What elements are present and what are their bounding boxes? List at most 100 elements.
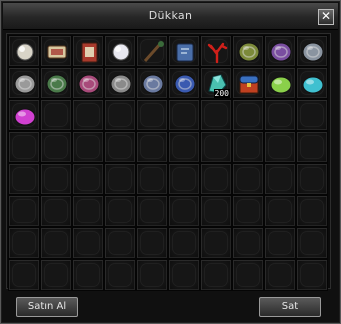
inventory-slot[interactable] xyxy=(200,195,232,227)
red-book-icon[interactable] xyxy=(76,39,102,65)
inventory-slot[interactable] xyxy=(104,227,136,259)
blue-gray-ring-stone-icon[interactable] xyxy=(140,71,166,97)
inventory-slot[interactable] xyxy=(40,67,72,99)
inventory-slot[interactable] xyxy=(232,35,264,67)
inventory-slot[interactable] xyxy=(200,35,232,67)
inventory-slot[interactable] xyxy=(264,131,296,163)
inventory-slot[interactable] xyxy=(264,259,296,291)
buy-button[interactable]: Satın Al xyxy=(16,297,78,317)
inventory-slot[interactable] xyxy=(232,67,264,99)
inventory-slot[interactable] xyxy=(296,163,328,195)
silver-ring-stone-icon[interactable] xyxy=(300,39,326,65)
inventory-slot[interactable] xyxy=(104,195,136,227)
inventory-slot[interactable] xyxy=(72,227,104,259)
inventory-slot[interactable] xyxy=(8,35,40,67)
inventory-slot[interactable] xyxy=(72,131,104,163)
inventory-slot[interactable] xyxy=(136,163,168,195)
inventory-slot[interactable] xyxy=(136,35,168,67)
inventory-slot[interactable] xyxy=(104,67,136,99)
white-orb-icon[interactable] xyxy=(108,39,134,65)
inventory-slot[interactable] xyxy=(104,131,136,163)
inventory-slot[interactable] xyxy=(136,131,168,163)
inventory-slot[interactable] xyxy=(296,131,328,163)
inventory-slot[interactable] xyxy=(8,163,40,195)
inventory-slot[interactable] xyxy=(168,35,200,67)
inventory-slot[interactable] xyxy=(72,195,104,227)
inventory-slot[interactable] xyxy=(8,259,40,291)
scroll-icon[interactable] xyxy=(44,39,70,65)
inventory-slot[interactable] xyxy=(264,35,296,67)
inventory-slot[interactable]: 200 xyxy=(200,67,232,99)
red-coral-icon[interactable] xyxy=(204,39,230,65)
inventory-slot[interactable] xyxy=(168,131,200,163)
blue-rune-book-icon[interactable] xyxy=(172,39,198,65)
inventory-slot[interactable] xyxy=(232,163,264,195)
wooden-staff-icon[interactable] xyxy=(140,39,166,65)
inventory-slot[interactable] xyxy=(232,131,264,163)
inventory-slot[interactable] xyxy=(40,195,72,227)
inventory-slot[interactable] xyxy=(200,99,232,131)
blue-rune-stone-icon[interactable] xyxy=(172,71,198,97)
inventory-slot[interactable] xyxy=(136,195,168,227)
inventory-slot[interactable] xyxy=(168,195,200,227)
inventory-slot[interactable] xyxy=(104,163,136,195)
inventory-slot[interactable] xyxy=(40,131,72,163)
pearl-stone-icon[interactable] xyxy=(12,39,38,65)
inventory-slot[interactable] xyxy=(200,227,232,259)
inventory-slot[interactable] xyxy=(8,195,40,227)
gray-ring-stone-icon[interactable] xyxy=(108,71,134,97)
inventory-slot[interactable] xyxy=(8,131,40,163)
inventory-slot[interactable] xyxy=(168,163,200,195)
inventory-slot[interactable] xyxy=(264,163,296,195)
pink-ring-stone-icon[interactable] xyxy=(76,71,102,97)
inventory-slot[interactable] xyxy=(232,195,264,227)
inventory-slot[interactable] xyxy=(200,259,232,291)
inventory-slot[interactable] xyxy=(168,227,200,259)
inventory-slot[interactable] xyxy=(40,163,72,195)
inventory-slot[interactable] xyxy=(8,227,40,259)
purple-ring-stone-icon[interactable] xyxy=(268,39,294,65)
inventory-slot[interactable] xyxy=(200,163,232,195)
inventory-slot[interactable] xyxy=(296,227,328,259)
inventory-slot[interactable] xyxy=(72,67,104,99)
cyan-gem-icon[interactable] xyxy=(300,71,326,97)
green-ring-stone-icon[interactable] xyxy=(44,71,70,97)
inventory-slot[interactable] xyxy=(104,35,136,67)
inventory-slot[interactable] xyxy=(72,259,104,291)
inventory-slot[interactable] xyxy=(232,259,264,291)
inventory-slot[interactable] xyxy=(72,163,104,195)
title-bar[interactable]: Dükkan ✕ xyxy=(3,3,338,30)
inventory-slot[interactable] xyxy=(168,259,200,291)
inventory-slot[interactable] xyxy=(168,99,200,131)
inventory-slot[interactable] xyxy=(104,99,136,131)
inventory-slot[interactable] xyxy=(8,67,40,99)
inventory-slot[interactable] xyxy=(232,99,264,131)
inventory-slot[interactable] xyxy=(72,35,104,67)
inventory-slot[interactable] xyxy=(296,35,328,67)
treasure-chest-icon[interactable] xyxy=(236,71,262,97)
inventory-slot[interactable] xyxy=(40,99,72,131)
inventory-slot[interactable] xyxy=(8,99,40,131)
close-button[interactable]: ✕ xyxy=(318,9,334,25)
inventory-slot[interactable] xyxy=(232,227,264,259)
inventory-slot[interactable] xyxy=(296,259,328,291)
inventory-slot[interactable] xyxy=(296,99,328,131)
magenta-gem-icon[interactable] xyxy=(12,103,38,129)
inventory-slot[interactable] xyxy=(168,67,200,99)
inventory-slot[interactable] xyxy=(136,99,168,131)
inventory-slot[interactable] xyxy=(296,195,328,227)
sell-button[interactable]: Sat xyxy=(259,297,321,317)
inventory-slot[interactable] xyxy=(200,131,232,163)
inventory-slot[interactable] xyxy=(40,259,72,291)
inventory-slot[interactable] xyxy=(136,259,168,291)
inventory-slot[interactable] xyxy=(104,259,136,291)
gray-ring-stone-icon[interactable] xyxy=(12,71,38,97)
inventory-slot[interactable] xyxy=(40,35,72,67)
olive-ring-stone-icon[interactable] xyxy=(236,39,262,65)
inventory-slot[interactable] xyxy=(40,227,72,259)
green-slime-gem-icon[interactable] xyxy=(268,71,294,97)
inventory-slot[interactable] xyxy=(136,227,168,259)
inventory-slot[interactable] xyxy=(136,67,168,99)
inventory-slot[interactable] xyxy=(264,99,296,131)
inventory-slot[interactable] xyxy=(296,67,328,99)
